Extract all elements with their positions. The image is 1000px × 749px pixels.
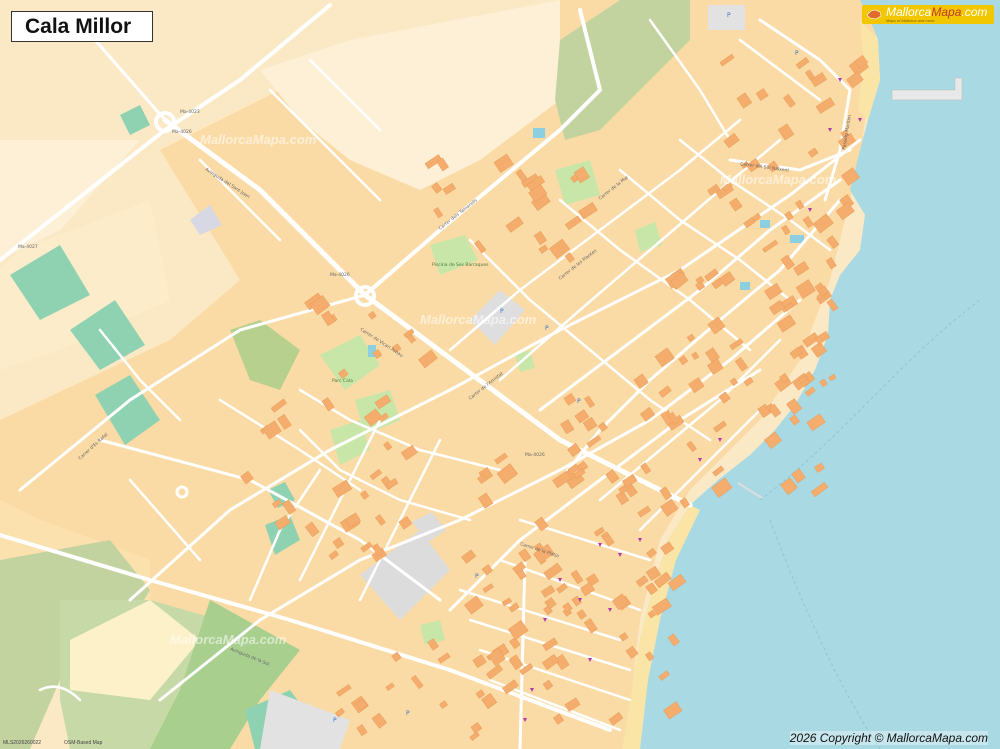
poi-label: Parc Cala	[332, 378, 353, 384]
road-label: Ma-4026	[330, 272, 350, 278]
logo-brand-b: Mapa	[931, 5, 962, 19]
road-label: Ma-4023	[180, 109, 200, 115]
parking-marker: P	[795, 50, 799, 57]
watermark: MallorcaMapa.com	[420, 312, 537, 327]
watermark: MallorcaMapa.com	[170, 632, 287, 647]
road-label: Ma-4026	[172, 129, 192, 135]
logo-tld: .com	[961, 5, 988, 19]
poi-label: Piscina de Ses Barraques	[432, 262, 489, 268]
parking-marker: P	[333, 717, 337, 724]
map-id-credit: MLS2026260022	[3, 740, 42, 746]
parking-marker: P	[727, 12, 731, 19]
parking-marker: P	[475, 573, 479, 580]
watermark: MallorcaMapa.com	[200, 132, 317, 147]
pool	[760, 220, 770, 228]
mallorca-island-icon	[866, 9, 882, 20]
parking-marker: P	[406, 710, 410, 717]
road-label: Ma-4026	[525, 452, 545, 458]
parking-marker: P	[577, 398, 581, 405]
osm-credit: OSM-Based Map	[64, 740, 103, 746]
pool	[533, 128, 545, 138]
road-label: Ma-4027	[18, 244, 38, 250]
parking-marker: P	[545, 325, 549, 332]
watermark: MallorcaMapa.com	[720, 172, 837, 187]
logo-brand-a: Mallorca	[886, 5, 932, 19]
map-canvas[interactable]: PPPPPPPP Ma-4023 Ma-4026 Ma-4027 Ma-4026…	[0, 0, 1000, 749]
pool	[740, 282, 750, 290]
copyright-notice: 2026 Copyright © MallorcaMapa.com	[789, 731, 988, 745]
brand-logo[interactable]: MallorcaMapa.com Maps of Mallorca and mo…	[862, 5, 994, 24]
map-title: Cala Millor	[11, 11, 153, 42]
logo-tagline: Maps of Mallorca and more	[886, 18, 935, 23]
pool	[790, 235, 804, 243]
